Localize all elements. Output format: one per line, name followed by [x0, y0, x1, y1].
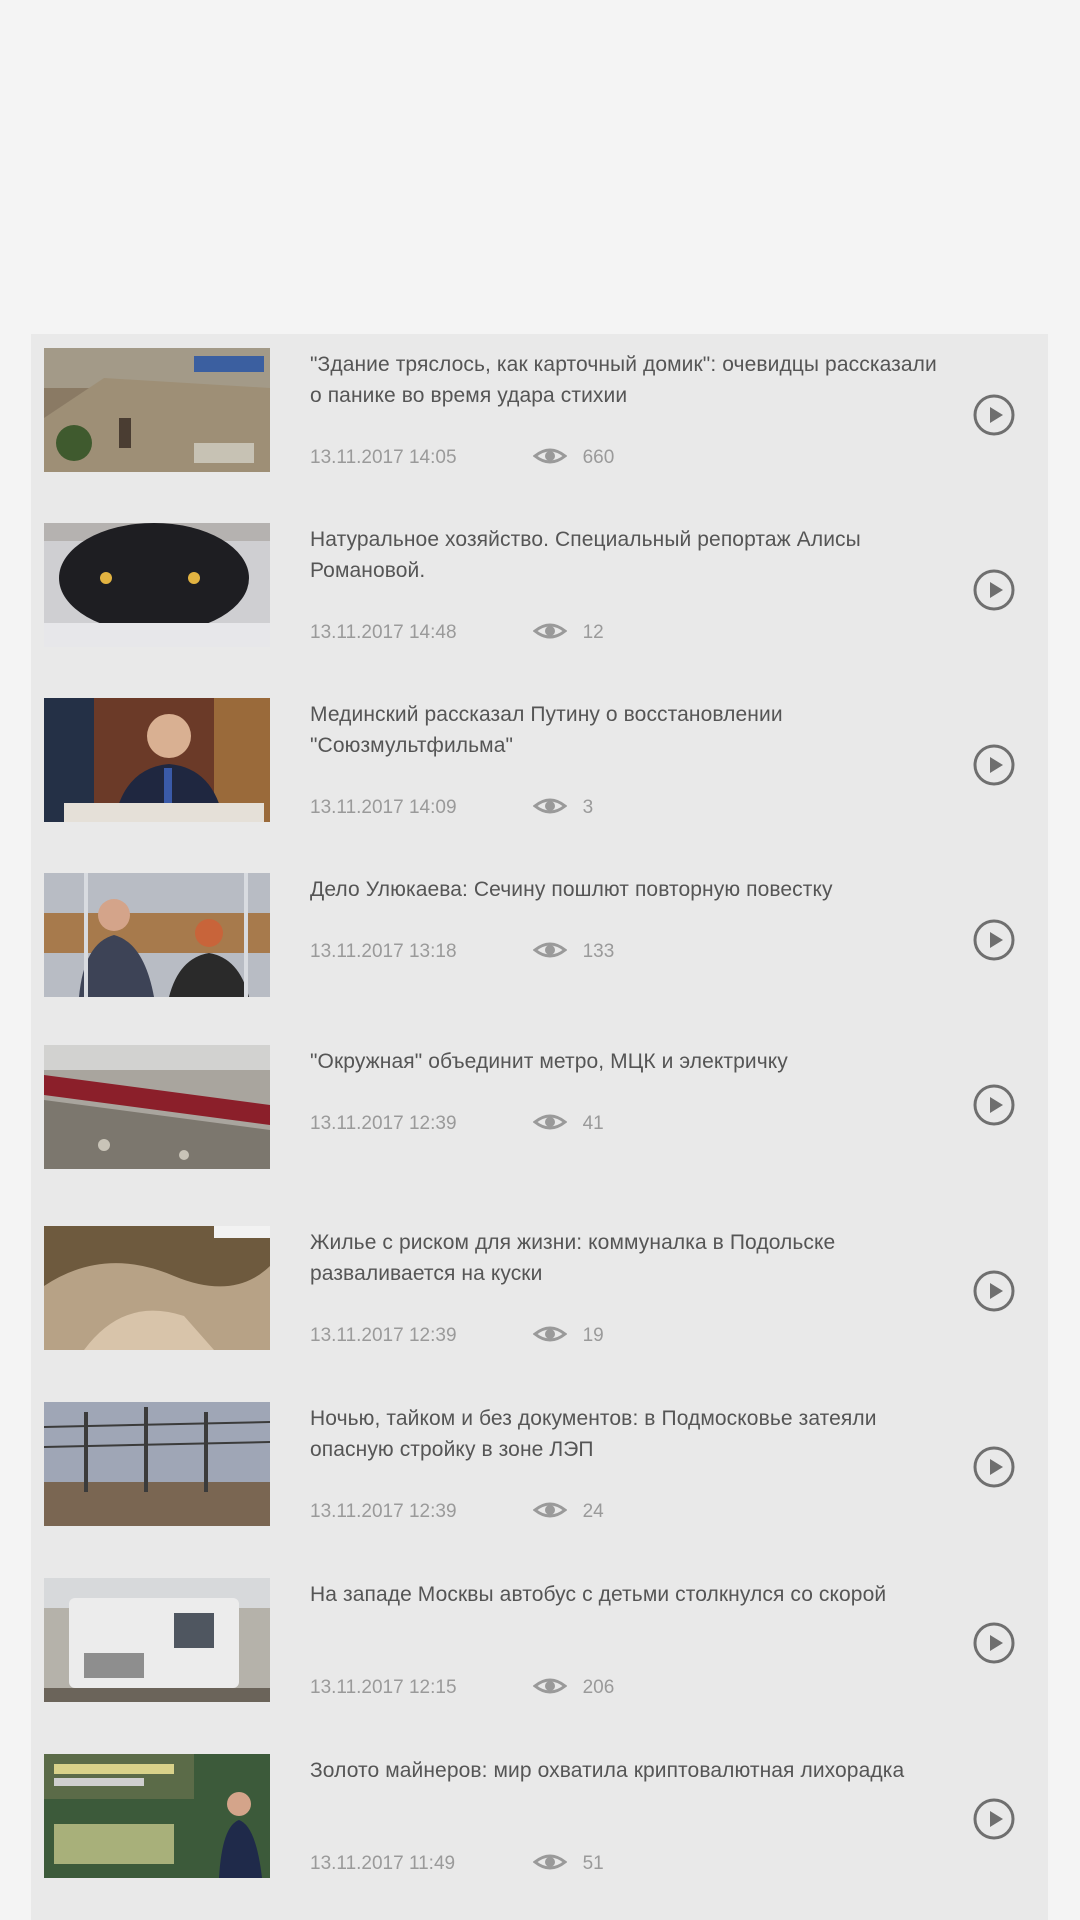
eye-icon: [533, 1326, 568, 1342]
play-circle-icon[interactable]: [973, 919, 1015, 961]
video-title[interactable]: Жилье с риском для жизни: коммуналка в П…: [310, 1227, 950, 1289]
video-meta: 13.11.2017 12:15 206: [310, 1674, 614, 1702]
eye-icon: [533, 942, 568, 958]
video-title[interactable]: Дело Улюкаева: Сечину пошлют повторную п…: [310, 874, 950, 905]
view-count: 206: [582, 1677, 615, 1698]
video-list-item[interactable]: Золото майнеров: мир охватила криптовалю…: [31, 1740, 1048, 1915]
view-count: 660: [582, 447, 615, 468]
view-count: 19: [582, 1325, 604, 1346]
play-circle-icon[interactable]: [973, 1270, 1015, 1312]
video-meta: 13.11.2017 12:39 19: [310, 1322, 604, 1350]
video-date: 13.11.2017 12:39: [310, 1325, 457, 1346]
video-thumbnail[interactable]: [44, 1226, 270, 1350]
eye-icon: [533, 623, 568, 639]
thumbnail-image: [44, 698, 270, 822]
play-circle-icon[interactable]: [973, 1622, 1015, 1664]
eye-icon: [533, 1678, 568, 1694]
video-date: 13.11.2017 14:09: [310, 797, 457, 818]
video-title[interactable]: На западе Москвы автобус с детьми столкн…: [310, 1579, 950, 1610]
video-title[interactable]: "Окружная" объединит метро, МЦК и электр…: [310, 1046, 950, 1077]
video-meta: 13.11.2017 14:48 12: [310, 619, 604, 647]
view-count: 41: [582, 1113, 604, 1134]
video-list-item[interactable]: "Окружная" объединит метро, МЦК и электр…: [31, 1031, 1048, 1206]
video-meta: 13.11.2017 12:39 41: [310, 1110, 604, 1138]
eye-icon: [533, 798, 568, 814]
video-list: "Здание тряслось, как карточный домик": …: [31, 334, 1048, 1920]
video-list-item[interactable]: Ночью, тайком и без документов: в Подмос…: [31, 1388, 1048, 1563]
thumbnail-image: [44, 523, 270, 647]
video-date: 13.11.2017 11:49: [310, 1853, 456, 1874]
eye-icon: [533, 1854, 568, 1870]
video-list-item[interactable]: Натуральное хозяйство. Специальный репор…: [31, 509, 1048, 684]
video-list-item[interactable]: Дело Улюкаева: Сечину пошлют повторную п…: [31, 859, 1048, 1034]
view-count: 51: [582, 1853, 604, 1874]
view-count: 3: [582, 797, 594, 818]
video-meta: 13.11.2017 12:39 24: [310, 1498, 604, 1526]
play-circle-icon[interactable]: [973, 1446, 1015, 1488]
video-date: 13.11.2017 13:18: [310, 941, 457, 962]
video-meta: 13.11.2017 14:09 3: [310, 794, 593, 822]
thumbnail-image: [44, 873, 270, 997]
video-meta: 13.11.2017 11:49 51: [310, 1850, 604, 1878]
eye-icon: [533, 448, 568, 464]
video-thumbnail[interactable]: [44, 698, 270, 822]
video-date: 13.11.2017 14:05: [310, 447, 457, 468]
video-thumbnail[interactable]: [44, 1754, 270, 1878]
view-count: 133: [582, 941, 615, 962]
video-title[interactable]: Мединский рассказал Путину о восстановле…: [310, 699, 950, 761]
video-list-item[interactable]: Жилье с риском для жизни: коммуналка в П…: [31, 1212, 1048, 1387]
thumbnail-image: [44, 1754, 270, 1878]
eye-icon: [533, 1114, 568, 1130]
view-count: 12: [582, 622, 604, 643]
thumbnail-image: [44, 348, 270, 472]
video-list-item[interactable]: На западе Москвы автобус с детьми столкн…: [31, 1564, 1048, 1739]
video-thumbnail[interactable]: [44, 1578, 270, 1702]
video-date: 13.11.2017 14:48: [310, 622, 457, 643]
video-thumbnail[interactable]: [44, 348, 270, 472]
play-circle-icon[interactable]: [973, 394, 1015, 436]
eye-icon: [533, 1502, 568, 1518]
video-title[interactable]: Натуральное хозяйство. Специальный репор…: [310, 524, 950, 586]
video-title[interactable]: Ночью, тайком и без документов: в Подмос…: [310, 1403, 950, 1465]
play-circle-icon[interactable]: [973, 1084, 1015, 1126]
thumbnail-image: [44, 1226, 270, 1350]
video-thumbnail[interactable]: [44, 523, 270, 647]
view-count: 24: [582, 1501, 604, 1522]
thumbnail-image: [44, 1578, 270, 1702]
play-circle-icon[interactable]: [973, 1798, 1015, 1840]
video-date: 13.11.2017 12:15: [310, 1677, 457, 1698]
video-list-item[interactable]: Мединский рассказал Путину о восстановле…: [31, 684, 1048, 859]
video-title[interactable]: "Здание тряслось, как карточный домик": …: [310, 349, 950, 411]
page: "Здание тряслось, как карточный домик": …: [0, 0, 1080, 1920]
video-thumbnail[interactable]: [44, 1045, 270, 1169]
thumbnail-image: [44, 1045, 270, 1169]
video-meta: 13.11.2017 14:05 660: [310, 444, 614, 472]
video-thumbnail[interactable]: [44, 873, 270, 997]
video-date: 13.11.2017 12:39: [310, 1501, 457, 1522]
thumbnail-image: [44, 1402, 270, 1526]
video-date: 13.11.2017 12:39: [310, 1113, 457, 1134]
video-title[interactable]: Золото майнеров: мир охватила криптовалю…: [310, 1755, 950, 1786]
video-meta: 13.11.2017 13:18 133: [310, 938, 614, 966]
video-list-item[interactable]: "Здание тряслось, как карточный домик": …: [31, 334, 1048, 509]
play-circle-icon[interactable]: [973, 744, 1015, 786]
play-circle-icon[interactable]: [973, 569, 1015, 611]
video-thumbnail[interactable]: [44, 1402, 270, 1526]
